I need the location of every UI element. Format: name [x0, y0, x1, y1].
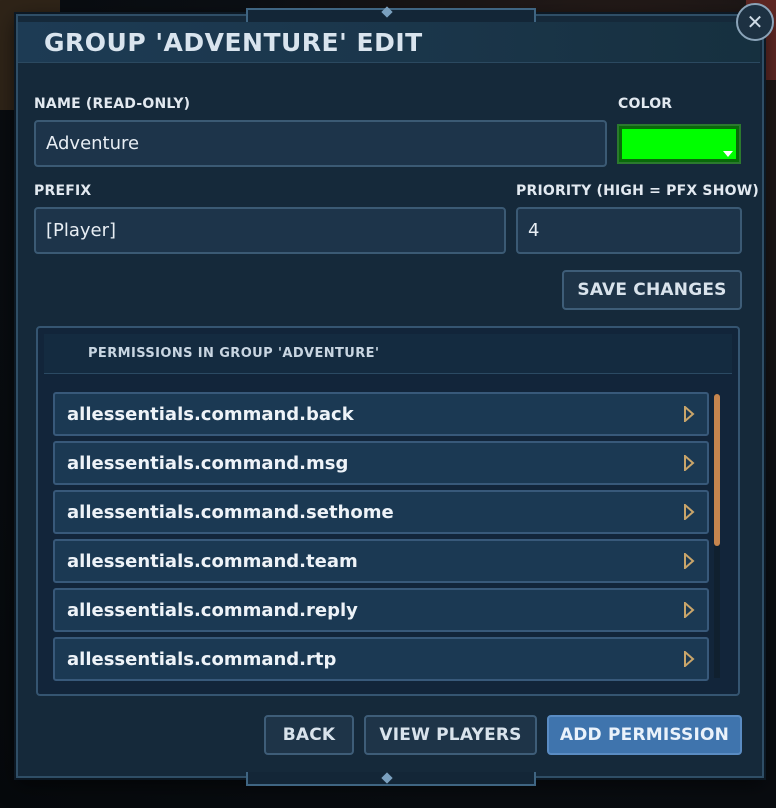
list-item[interactable]: allessentials.command.rtp	[53, 637, 709, 681]
close-icon: ✕	[746, 10, 764, 34]
permission-label: allessentials.command.back	[67, 403, 354, 425]
ornament-gem	[381, 6, 393, 18]
bottom-ornament	[246, 772, 536, 786]
list-item[interactable]: allessentials.command.back	[53, 392, 709, 436]
priority-field[interactable]: 4	[516, 207, 742, 254]
color-picker[interactable]	[617, 124, 741, 164]
dropdown-caret-icon	[723, 151, 733, 157]
chevron-right-icon	[684, 602, 695, 618]
scrollbar-thumb[interactable]	[714, 394, 720, 546]
permission-label: allessentials.command.team	[67, 550, 358, 572]
name-field[interactable]: Adventure	[34, 120, 607, 167]
prefix-label: PREFIX	[34, 183, 92, 199]
permission-label: allessentials.command.msg	[67, 452, 349, 474]
permission-label: allessentials.command.reply	[67, 599, 358, 621]
name-value: Adventure	[46, 133, 140, 154]
list-item[interactable]: allessentials.command.sethome	[53, 490, 709, 534]
close-button[interactable]: ✕	[736, 3, 774, 41]
prefix-field[interactable]: [Player]	[34, 207, 506, 254]
list-item[interactable]: allessentials.command.reply	[53, 588, 709, 632]
permissions-header-label: PERMISSIONS IN GROUP 'ADVENTURE'	[88, 346, 380, 361]
permissions-header: PERMISSIONS IN GROUP 'ADVENTURE'	[44, 334, 732, 374]
chevron-right-icon	[684, 504, 695, 520]
list-item[interactable]: allessentials.command.team	[53, 539, 709, 583]
chevron-right-icon	[684, 651, 695, 667]
chevron-right-icon	[684, 406, 695, 422]
chevron-right-icon	[684, 553, 695, 569]
permission-label: allessentials.command.sethome	[67, 501, 394, 523]
chevron-right-icon	[684, 455, 695, 471]
permission-label: allessentials.command.rtp	[67, 648, 337, 670]
priority-label: PRIORITY (HIGH = PFX SHOW)	[516, 183, 759, 199]
back-button[interactable]: BACK	[264, 715, 354, 755]
list-item[interactable]: allessentials.command.msg	[53, 441, 709, 485]
ornament-gem	[381, 772, 393, 784]
name-label: NAME (READ-ONLY)	[34, 96, 191, 112]
priority-value: 4	[528, 220, 540, 241]
prefix-value: [Player]	[46, 220, 117, 241]
color-label: COLOR	[618, 96, 673, 112]
permissions-list: allessentials.command.back allessentials…	[53, 392, 709, 682]
view-players-button[interactable]: VIEW PLAYERS	[364, 715, 537, 755]
dialog-title: GROUP 'ADVENTURE' EDIT	[44, 28, 423, 57]
add-permission-button[interactable]: ADD PERMISSION	[547, 715, 742, 755]
save-changes-button[interactable]: SAVE CHANGES	[562, 270, 742, 310]
